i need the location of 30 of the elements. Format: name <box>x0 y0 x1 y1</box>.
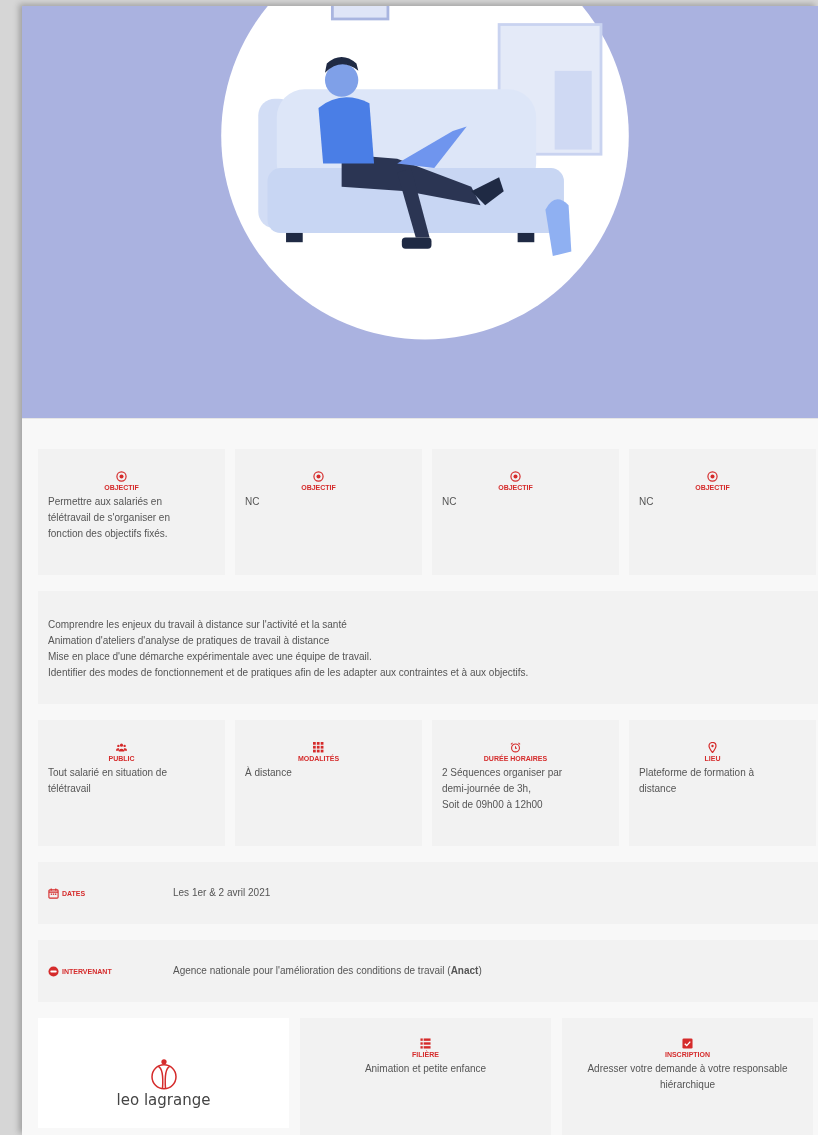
logo-icon <box>148 1057 179 1091</box>
detail-value: Agence nationale pour l'amélioration des conditions de travail (Anact) <box>173 964 482 978</box>
card-text: Plateforme de formation à distance <box>639 766 756 796</box>
card-text: Soit de 09h00 à 12h00 <box>442 798 544 812</box>
description-line: Mise en place d'une démarche expérimentale avec une équipe de travail. <box>48 650 373 664</box>
card-text: Permettre aux salariés en télétravail de s'organiser en fonction des objectifs fixés. <box>48 495 171 541</box>
description-line: Identifier des modes de fonctionnement et de pratiques afin de les adapter aux contraintes et à aux objectifs. <box>48 666 530 680</box>
logo-text: leo lagrange <box>116 1090 211 1109</box>
card-text: NC <box>639 495 655 509</box>
card-text: NC <box>245 495 261 509</box>
card-text: À distance <box>245 765 293 780</box>
card-text: 2 Séquences organiser par demi-journée de 3h, <box>442 766 564 796</box>
users-icon <box>116 742 127 753</box>
grid-icon <box>313 742 324 753</box>
target-icon <box>707 471 718 482</box>
location-pin-icon <box>707 742 718 753</box>
description-line: Comprendre les enjeux du travail à distance sur l'activité et la santé <box>48 618 348 632</box>
detail-value: Les 1er & 2 avril 2021 <box>173 886 271 900</box>
target-icon <box>510 471 521 482</box>
description-line: Animation d'ateliers d'analyse de pratiques de travail à distance <box>48 634 331 648</box>
card-text: NC <box>442 495 458 509</box>
alarm-clock-icon <box>510 742 521 753</box>
list-icon <box>420 1038 431 1049</box>
card-text: Animation et petite enfance <box>363 1062 488 1076</box>
card-text: Tout salarié en situation de télétravail <box>48 766 168 796</box>
calendar-icon <box>48 887 59 899</box>
target-icon <box>313 471 324 482</box>
target-icon <box>116 471 127 482</box>
card-text: Adresser votre demande à votre responsable hiérarchique <box>586 1062 789 1092</box>
checkbox-icon <box>682 1038 693 1049</box>
